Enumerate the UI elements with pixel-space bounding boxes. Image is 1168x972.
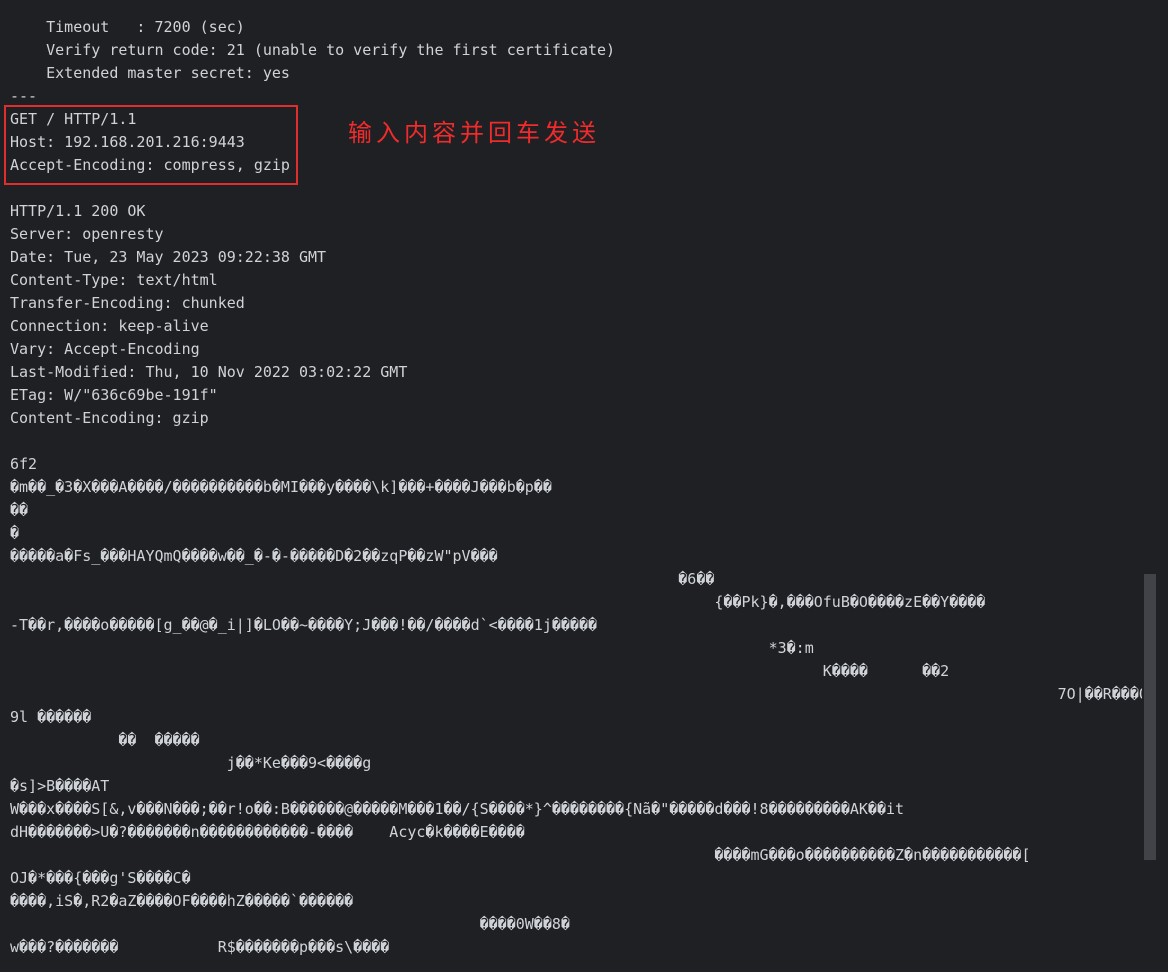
terminal-line: Content-Type: text/html	[10, 271, 218, 289]
terminal-line: �����a�Fs_���HAYQmQ����w��_�-�-�����D�2�…	[10, 547, 498, 565]
terminal-line: Verify return code: 21 (unable to verify…	[10, 41, 616, 59]
terminal-line: {��Pk}�,���OfuB�O����zE��Y����	[10, 593, 986, 611]
terminal-line: �	[10, 524, 20, 542]
annotation-label: 输入内容并回车发送	[348, 119, 600, 147]
terminal-line: ����,iS�,R2�aZ����OF����hZ�����`������	[10, 892, 354, 910]
terminal-line: �s]>B����AT	[10, 777, 110, 795]
terminal-line: �m��_�3�X���A����/����������b�MI���y����…	[10, 478, 552, 496]
terminal-line: Connection: keep-alive	[10, 317, 209, 335]
terminal-line: �6��	[10, 570, 715, 588]
terminal-line: j��*Ke���9<����g	[10, 754, 372, 772]
terminal-line: dH�������>U�?�������n������������-���� A…	[10, 823, 525, 841]
terminal-line: K���� ��2	[10, 662, 950, 680]
terminal-line: W���x����S[&,v���N���;��r!o��:B������@��…	[10, 800, 905, 818]
terminal-line: 9l ������	[10, 708, 92, 726]
terminal-line: OJ�*���{���g'S����C�	[10, 869, 191, 887]
scrollbar-thumb[interactable]	[1144, 574, 1156, 860]
terminal-window[interactable]: Timeout : 7200 (sec) Verify return code:…	[0, 0, 1168, 972]
terminal-line: ��	[10, 501, 29, 519]
terminal-line: w���?������� R$�������p���s\����	[10, 938, 390, 956]
terminal-line: Extended master secret: yes	[10, 64, 290, 82]
terminal-line: Timeout : 7200 (sec)	[10, 18, 245, 36]
terminal-line: *3�:m	[10, 639, 814, 657]
terminal-line: Vary: Accept-Encoding	[10, 340, 200, 358]
terminal-line: Date: Tue, 23 May 2023 09:22:38 GMT	[10, 248, 327, 266]
terminal-line: -T��r,����o�����[g_��@�_i|]�LO��~����Y;J…	[10, 616, 597, 634]
terminal-line: 7O|��R���Q�Qf�~	[10, 685, 1142, 703]
terminal-line: ����mG���o����������Z�n�����������[	[10, 846, 1031, 864]
terminal-line: ����0W��8�	[10, 915, 570, 933]
terminal-line: Server: openresty	[10, 225, 164, 243]
terminal-line: Last-Modified: Thu, 10 Nov 2022 03:02:22…	[10, 363, 408, 381]
terminal-line: Content-Encoding: gzip	[10, 409, 209, 427]
terminal-line: �� �����	[10, 731, 200, 749]
request-highlight-box	[4, 105, 298, 185]
terminal-line: HTTP/1.1 200 OK	[10, 202, 146, 220]
terminal-line: Transfer-Encoding: chunked	[10, 294, 245, 312]
terminal-line: 6f2	[10, 455, 38, 473]
terminal-line: ETag: W/"636c69be-191f"	[10, 386, 218, 404]
